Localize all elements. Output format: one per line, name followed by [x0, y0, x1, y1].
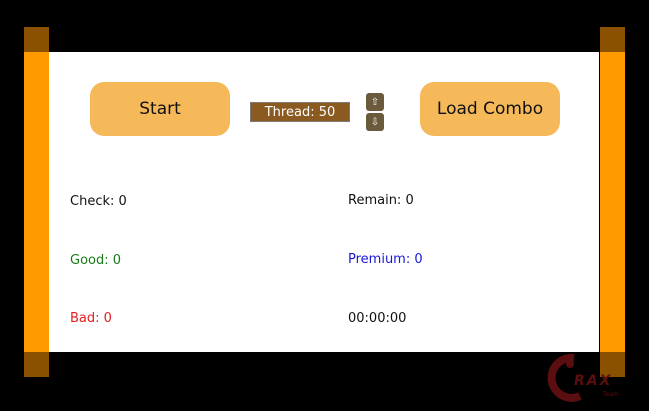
- right-rail-top-cap: [600, 27, 625, 52]
- thread-decrease-button[interactable]: ⇩: [366, 113, 384, 131]
- arrow-down-icon: ⇩: [370, 116, 380, 128]
- thread-count-field[interactable]: Thread: 50: [250, 102, 350, 122]
- thread-value: 50: [318, 104, 336, 120]
- arrow-up-icon: ⇧: [370, 96, 380, 108]
- load-combo-button[interactable]: Load Combo: [420, 82, 560, 136]
- bad-count: Bad: 0: [70, 311, 112, 326]
- logo-subtext: Team: [603, 391, 619, 398]
- start-button[interactable]: Start: [90, 82, 230, 136]
- remain-count: Remain: 0: [348, 193, 414, 208]
- left-rail-top-cap: [24, 27, 49, 52]
- elapsed-timer: 00:00:00: [348, 311, 407, 326]
- good-count: Good: 0: [70, 253, 122, 268]
- logo-text: RAX: [574, 373, 613, 389]
- left-frame-rail: [24, 27, 49, 377]
- check-count: Check: 0: [70, 194, 127, 209]
- thread-increase-button[interactable]: ⇧: [366, 93, 384, 111]
- right-frame-rail: [600, 27, 625, 377]
- premium-count: Premium: 0: [348, 252, 423, 267]
- thread-label: Thread:: [264, 104, 315, 120]
- left-rail-bottom-cap: [24, 352, 49, 377]
